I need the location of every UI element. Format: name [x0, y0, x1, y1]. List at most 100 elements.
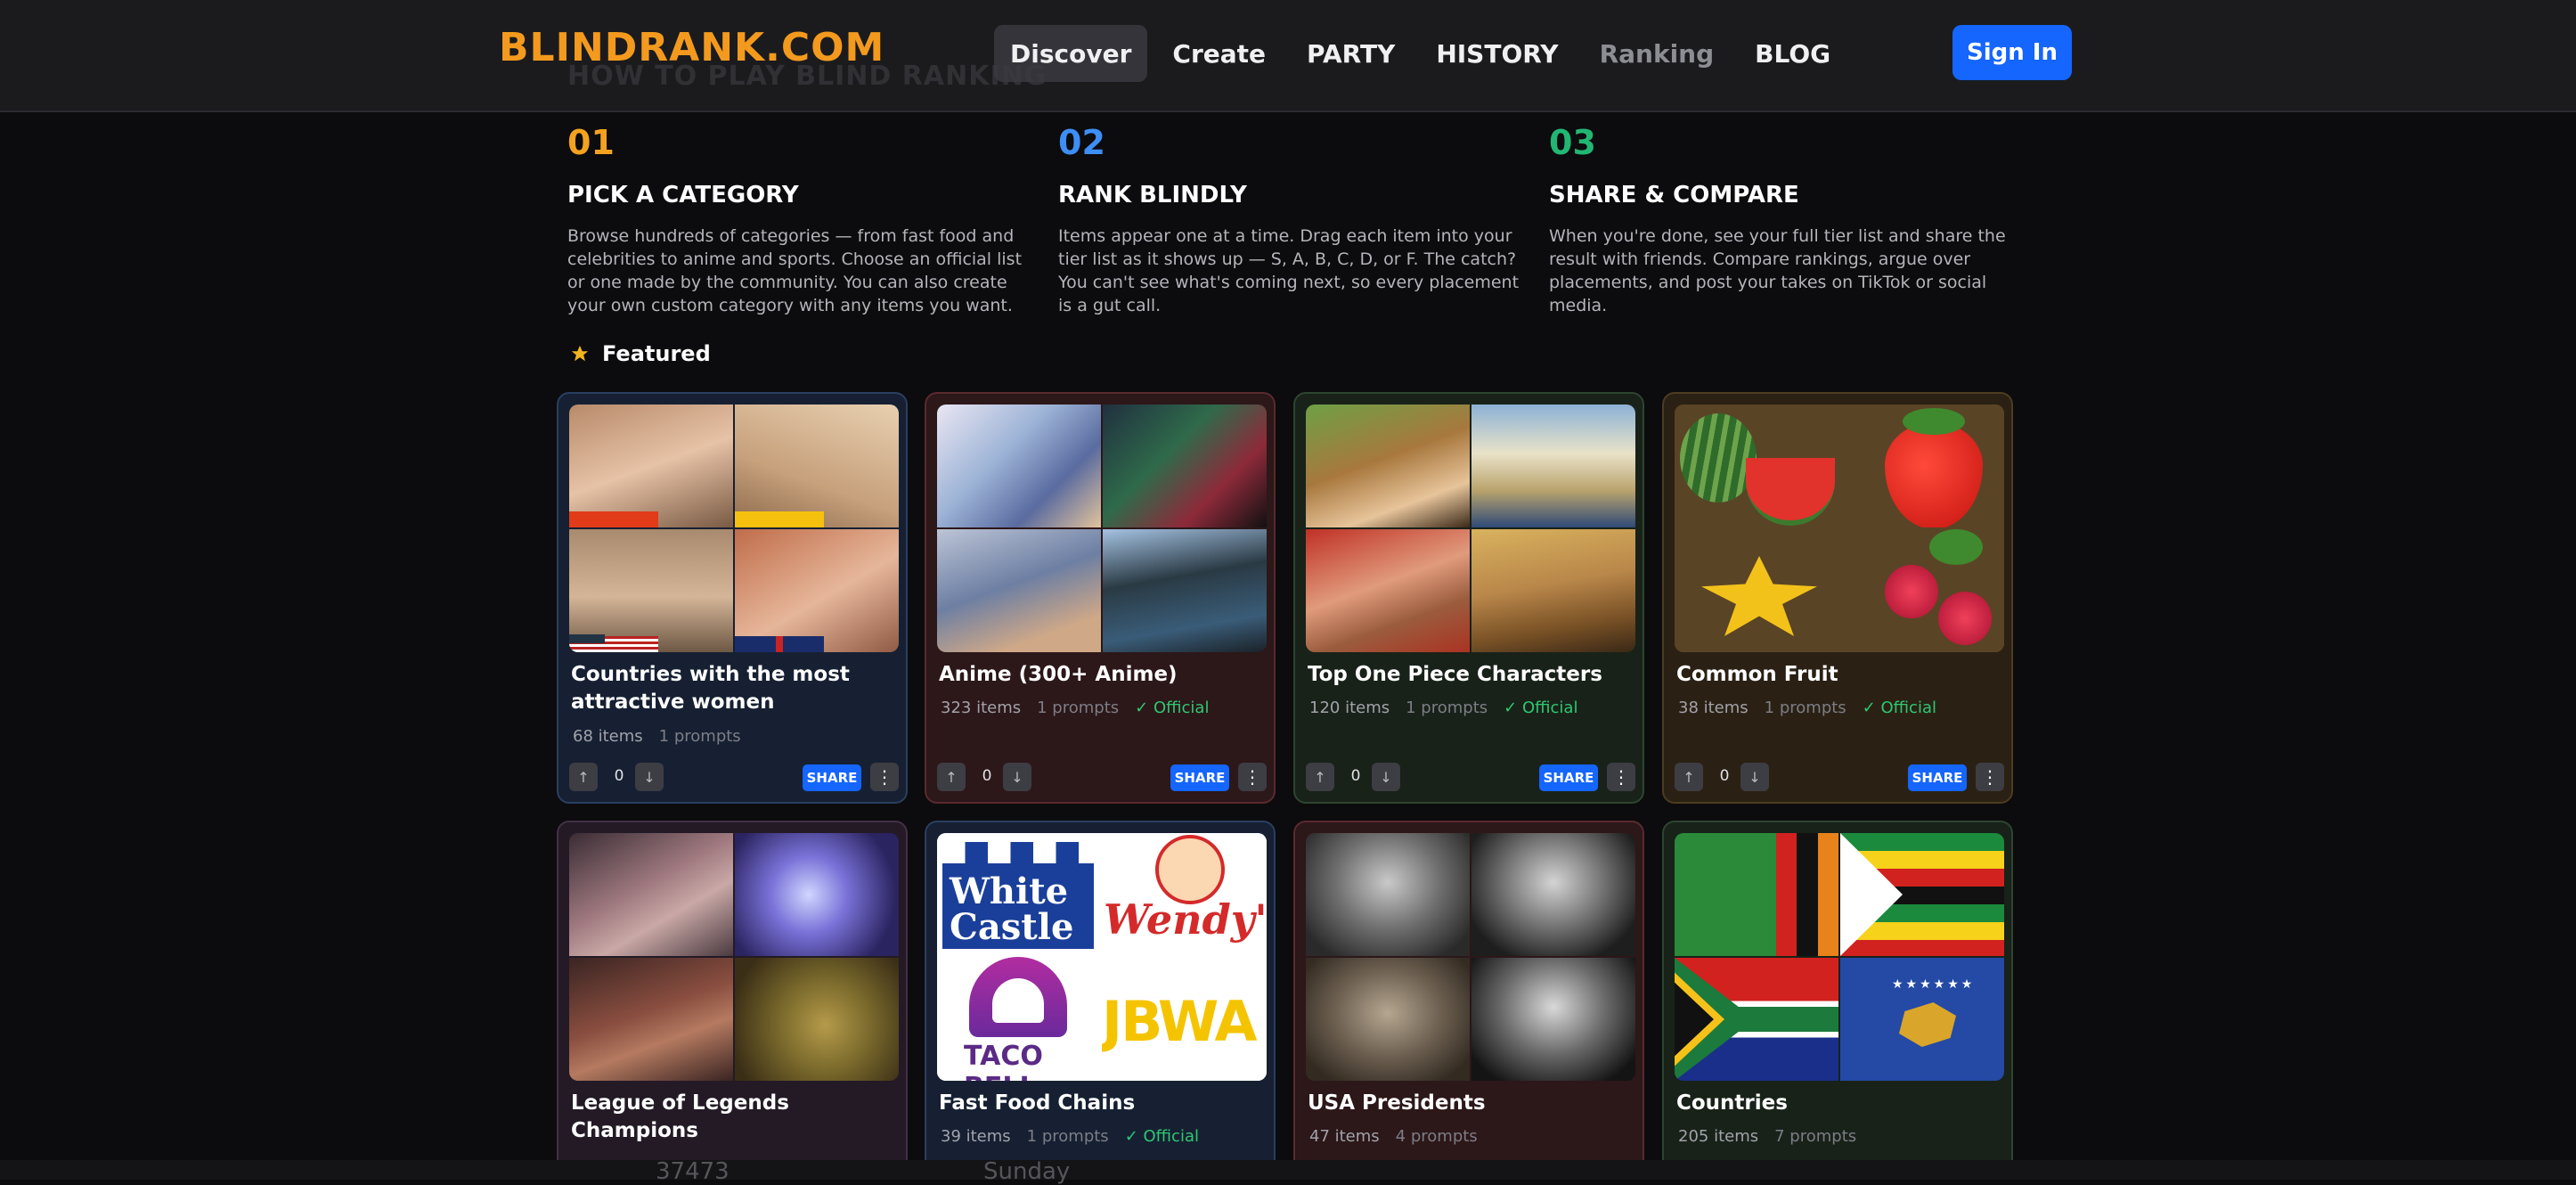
more-options-icon[interactable]: ⋮	[1238, 763, 1267, 791]
thumbnail-image	[1103, 529, 1267, 652]
downvote-button[interactable]: ↓	[1372, 763, 1400, 791]
card-title[interactable]: USA Presidents	[1308, 1090, 1628, 1117]
card-image-mosaic: ★★★★★★	[1675, 833, 2004, 1081]
step-title: SHARE & COMPARE	[1549, 182, 1799, 208]
wendys-logo: Wendy's	[1102, 833, 1267, 957]
card-actions: ↑ 0 ↓ SHARE ⋮	[569, 763, 899, 793]
top-navigation-bar: BLINDRANK.COM Discover Create PARTY HIST…	[0, 0, 2576, 112]
starfruit-image	[1675, 529, 1838, 652]
taco-bell-logo: TACO BELL	[937, 957, 1102, 1081]
more-options-icon[interactable]: ⋮	[1976, 763, 2004, 791]
downvote-button[interactable]: ↓	[1003, 763, 1031, 791]
upvote-button[interactable]: ↑	[1306, 763, 1334, 791]
thumbnail-image	[569, 405, 733, 527]
bottom-overlay-strip: 37473 Sunday	[0, 1158, 2576, 1185]
card-title[interactable]: League of Legends Champions	[571, 1090, 892, 1145]
card-image-mosaic	[1306, 405, 1635, 652]
card-image-mosaic	[1306, 833, 1635, 1081]
thumbnail-image	[735, 958, 899, 1081]
taco-bell-text: TACO BELL	[964, 1041, 1043, 1081]
nav-ranking[interactable]: Ranking	[1584, 25, 1731, 82]
thumbnail-image	[735, 529, 899, 652]
white-castle-logo: White Castle	[937, 833, 1102, 957]
step-number: 03	[1549, 123, 1596, 162]
thumbnail-image	[735, 405, 899, 527]
category-card[interactable]: ★★★★★★ Countries 205 items 7 prompts	[1662, 821, 2013, 1177]
item-count: 120 items	[1309, 699, 1390, 717]
share-button[interactable]: SHARE	[1170, 764, 1229, 791]
prompt-count: 1 prompts	[1764, 699, 1846, 717]
item-count: 68 items	[573, 727, 643, 746]
prompt-count: 1 prompts	[1026, 1127, 1109, 1146]
card-image-mosaic	[1675, 405, 2004, 652]
card-actions: ↑ 0 ↓ SHARE ⋮	[1306, 763, 1635, 793]
prompt-count: 1 prompts	[658, 727, 741, 746]
card-title[interactable]: Common Fruit	[1676, 661, 1997, 689]
share-button[interactable]: SHARE	[1908, 764, 1967, 791]
official-badge: ✓ Official	[1124, 1127, 1199, 1146]
card-title[interactable]: Countries	[1676, 1090, 1997, 1117]
card-meta: 323 items 1 prompts ✓ Official	[941, 699, 1209, 717]
category-card[interactable]: White Castle Wendy's TACO BELL JBWA Fast…	[925, 821, 1276, 1177]
sign-in-button[interactable]: Sign In	[1952, 25, 2072, 80]
card-meta: 39 items 1 prompts ✓ Official	[941, 1127, 1199, 1146]
zimbabwe-flag-image	[1840, 833, 2004, 956]
card-meta: 68 items 1 prompts	[573, 727, 741, 746]
category-card[interactable]: USA Presidents 47 items 4 prompts	[1293, 821, 1644, 1177]
raspberry-image	[1840, 529, 2004, 652]
upvote-button[interactable]: ↑	[937, 763, 966, 791]
blurred-count: 37473	[656, 1158, 730, 1185]
item-count: 323 items	[941, 699, 1022, 717]
thumbnail-image	[1306, 405, 1470, 527]
card-meta: 120 items 1 prompts ✓ Official	[1309, 699, 1577, 717]
downvote-button[interactable]: ↓	[1740, 763, 1769, 791]
how-to-play-heading: HOW TO PLAY BLIND RANKING	[567, 61, 1048, 92]
step-2: 02 RANK BLINDLY Items appear one at a ti…	[1058, 123, 1521, 317]
category-card[interactable]: Countries with the most attractive women…	[557, 392, 908, 804]
more-options-icon[interactable]: ⋮	[1607, 763, 1635, 791]
card-title[interactable]: Top One Piece Characters	[1308, 661, 1628, 689]
category-card[interactable]: Top One Piece Characters 120 items 1 pro…	[1293, 392, 1644, 804]
official-badge: ✓ Official	[1862, 699, 1936, 717]
category-card[interactable]: Anime (300+ Anime) 323 items 1 prompts ✓…	[925, 392, 1276, 804]
step-description: When you're done, see your full tier lis…	[1549, 226, 2006, 315]
card-title[interactable]: Fast Food Chains	[939, 1090, 1259, 1117]
card-image-mosaic: White Castle Wendy's TACO BELL JBWA	[937, 833, 1267, 1081]
thumbnail-image	[1306, 529, 1470, 652]
kosovo-flag-image: ★★★★★★	[1840, 958, 2004, 1081]
featured-heading: Featured	[570, 341, 711, 366]
white-castle-text: White Castle	[950, 870, 1074, 948]
featured-title: Featured	[602, 341, 711, 366]
nav-history[interactable]: HISTORY	[1420, 25, 1574, 82]
strawberry-image	[1840, 405, 2004, 527]
prompt-count: 1 prompts	[1406, 699, 1488, 717]
more-options-icon[interactable]: ⋮	[870, 763, 899, 791]
category-card[interactable]: League of Legends Champions	[557, 821, 908, 1177]
south-africa-flag-image	[1675, 958, 1838, 1081]
category-card[interactable]: Common Fruit 38 items 1 prompts ✓ Offici…	[1662, 392, 2013, 804]
subway-text: JBWA	[1102, 989, 1258, 1054]
wendys-text: Wendy's	[1104, 895, 1267, 944]
share-button[interactable]: SHARE	[803, 764, 861, 791]
thumbnail-image	[735, 833, 899, 956]
card-title[interactable]: Anime (300+ Anime)	[939, 661, 1259, 689]
upvote-button[interactable]: ↑	[569, 763, 598, 791]
step-description: Browse hundreds of categories — from fas…	[567, 226, 1023, 315]
card-title[interactable]: Countries with the most attractive women	[571, 661, 892, 716]
nav-blog[interactable]: BLOG	[1739, 25, 1846, 82]
vote-count: 0	[1719, 767, 1730, 785]
step-title: PICK A CATEGORY	[567, 182, 799, 208]
step-3: 03 SHARE & COMPARE When you're done, see…	[1549, 123, 2012, 317]
thumbnail-image	[569, 529, 733, 652]
share-button[interactable]: SHARE	[1539, 764, 1598, 791]
thumbnail-image	[569, 958, 733, 1081]
nav-create[interactable]: Create	[1156, 25, 1282, 82]
nav-party[interactable]: PARTY	[1291, 25, 1411, 82]
step-number: 01	[567, 123, 615, 162]
step-description: Items appear one at a time. Drag each it…	[1058, 226, 1520, 315]
thumbnail-image	[937, 405, 1101, 527]
prompt-count: 1 prompts	[1037, 699, 1120, 717]
upvote-button[interactable]: ↑	[1675, 763, 1703, 791]
downvote-button[interactable]: ↓	[635, 763, 664, 791]
item-count: 39 items	[941, 1127, 1011, 1146]
